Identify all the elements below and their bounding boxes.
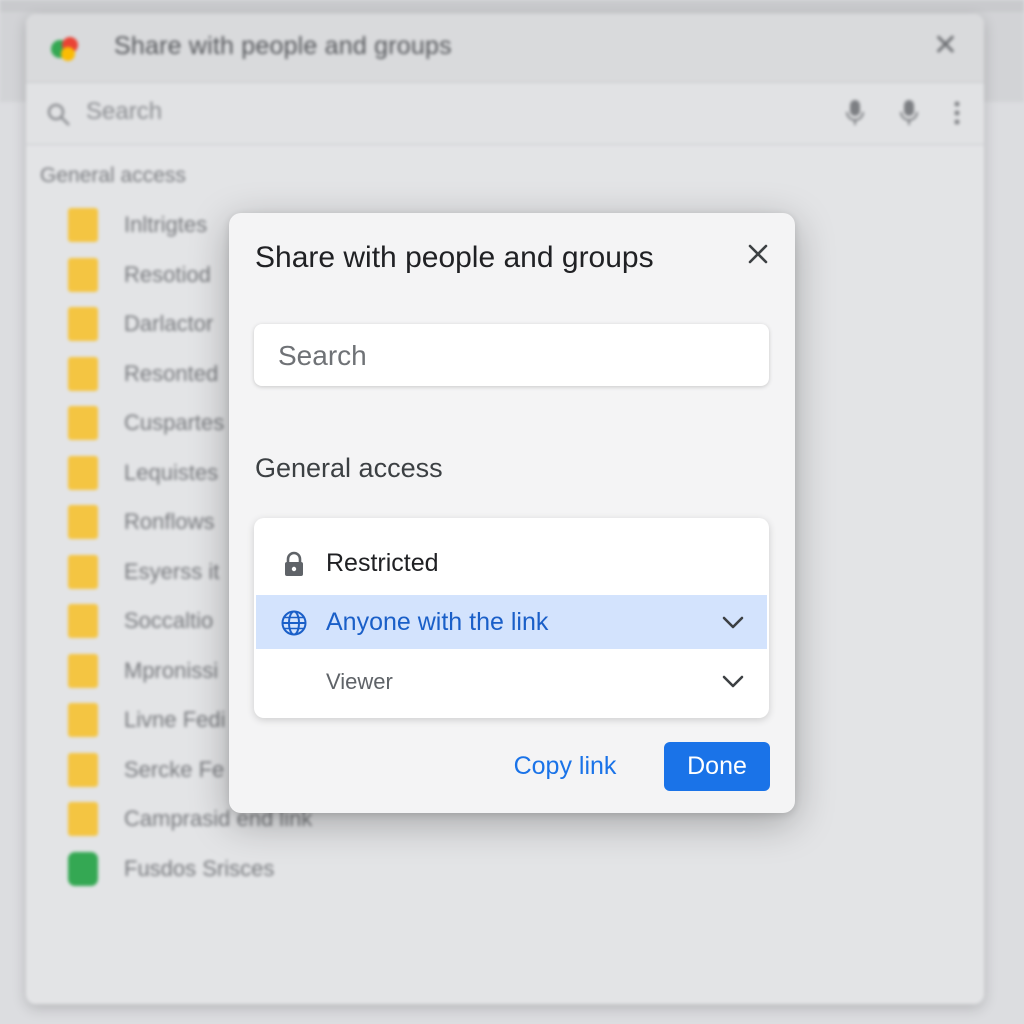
lock-icon: [285, 551, 303, 576]
folder-icon: [68, 802, 98, 836]
folder-icon: [68, 406, 98, 440]
background-file-name: Cuspartes: [124, 410, 225, 435]
access-option-anyone-with-link[interactable]: Anyone with the link: [256, 595, 767, 649]
general-access-label: General access: [255, 453, 443, 483]
background-file-name: Darlactor: [124, 311, 214, 336]
access-option-restricted[interactable]: Restricted: [254, 536, 769, 592]
background-search-bar: Search: [26, 84, 984, 145]
folder-icon: [68, 455, 98, 490]
background-file-name: Inltrigtes: [124, 212, 208, 237]
share-dialog: Share with people and groups General acc…: [229, 213, 795, 813]
background-file-name: Ronflows: [124, 509, 215, 534]
more-vert-icon: [954, 101, 960, 125]
chevron-down-icon[interactable]: [720, 611, 746, 633]
folder-icon: [68, 752, 98, 787]
background-file-name: Lequistes: [124, 459, 219, 485]
access-option-label: Restricted: [326, 549, 439, 577]
background-file-name: Mpronissi: [124, 657, 219, 683]
background-top-bar: [0, 0, 1024, 12]
folder-icon: [68, 307, 98, 341]
background-header: Share with people and groups ✕: [26, 14, 984, 83]
background-section-label: General access: [40, 164, 186, 187]
folder-icon: [68, 505, 98, 539]
folder-icon: [68, 604, 98, 638]
background-file-name: Soccaltio: [124, 608, 214, 633]
background-title: Share with people and groups: [114, 32, 452, 60]
folder-icon: [68, 554, 98, 589]
background-file-name: Livne Fedi: [124, 707, 226, 732]
done-button[interactable]: Done: [664, 742, 770, 791]
access-option-label: Anyone with the link: [326, 608, 549, 636]
sheet-icon: [68, 851, 98, 886]
role-selector[interactable]: Viewer: [254, 654, 769, 708]
background-file-name: Resonted: [124, 360, 219, 386]
folder-icon: [68, 257, 98, 292]
search-field: [254, 324, 769, 388]
close-icon[interactable]: [741, 237, 775, 271]
background-file-name: Sercke Fe: [124, 756, 225, 782]
background-search-placeholder: Search: [86, 98, 163, 125]
background-file-name: Fusdos Srisces: [124, 855, 275, 881]
folder-icon: [68, 208, 98, 242]
globe-icon: [281, 610, 307, 636]
role-label: Viewer: [326, 669, 393, 694]
search-input[interactable]: [276, 324, 751, 388]
dialog-title: Share with people and groups: [255, 241, 654, 274]
search-icon: [47, 103, 70, 126]
microphone-icon: [900, 100, 918, 125]
folder-icon: [68, 703, 98, 737]
folder-icon: [68, 653, 98, 688]
copy-link-button[interactable]: Copy link: [507, 741, 623, 791]
background-file-row: Fusdos Srisces: [68, 850, 668, 890]
background-close-icon: ✕: [932, 29, 958, 62]
background-file-name: Resotiod: [124, 261, 211, 287]
access-options-card: Restricted Anyone with the link Viewer: [254, 518, 769, 718]
chevron-down-icon[interactable]: [720, 670, 746, 692]
app-logo-icon: [51, 37, 78, 61]
microphone-icon: [846, 100, 864, 125]
background-file-name: Esyerss it: [124, 558, 220, 584]
folder-icon: [68, 356, 98, 391]
